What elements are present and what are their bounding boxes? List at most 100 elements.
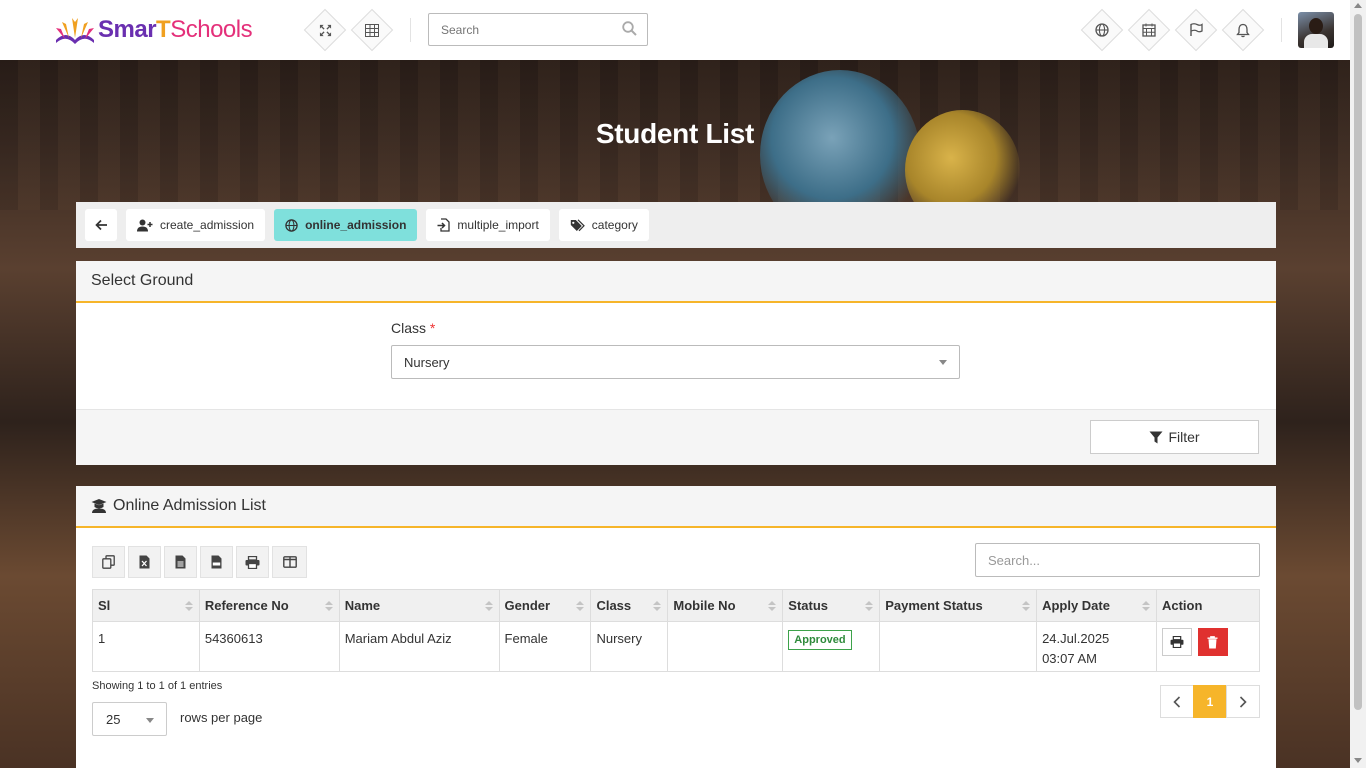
trash-icon <box>1207 635 1218 648</box>
page-scrollbar[interactable] <box>1350 0 1366 768</box>
required-mark: * <box>429 320 436 336</box>
table-header-row: Sl Reference No Name Gender Class Mobile… <box>92 589 1261 622</box>
tab-online-admission[interactable]: online_admission <box>274 209 418 241</box>
column-header-sl[interactable]: Sl <box>92 589 200 622</box>
logo[interactable]: SmarTSchools <box>52 12 253 48</box>
tab-label: create_admission <box>160 218 255 232</box>
bell-icon <box>1236 23 1250 37</box>
sort-icon <box>184 601 193 613</box>
column-header-mobile-no[interactable]: Mobile No <box>667 589 784 622</box>
calendar-button[interactable] <box>1127 8 1171 52</box>
language-button[interactable] <box>1080 8 1124 52</box>
tags-icon <box>570 218 585 231</box>
back-button[interactable] <box>85 209 117 241</box>
scroll-down-arrow-icon[interactable] <box>1354 758 1362 763</box>
logo-text: SmarTSchools <box>98 16 253 43</box>
tab-label: online_admission <box>305 218 407 232</box>
pdf-export-button[interactable] <box>200 546 233 578</box>
global-search-input[interactable] <box>429 14 609 45</box>
globe-icon <box>1095 23 1109 37</box>
rows-per-page-select[interactable]: 25 <box>92 702 167 736</box>
excel-export-button[interactable] <box>128 546 161 578</box>
printer-icon <box>1170 636 1184 648</box>
tab-multiple-import[interactable]: multiple_import <box>426 209 550 241</box>
fullscreen-button[interactable] <box>303 8 347 52</box>
chevron-right-icon <box>1239 695 1247 708</box>
sort-icon <box>484 601 493 613</box>
column-header-class[interactable]: Class <box>590 589 669 622</box>
tab-label: category <box>591 218 638 232</box>
copy-icon <box>102 555 115 569</box>
user-plus-icon <box>137 219 153 231</box>
table-row: 1 54360613 Mariam Abdul Aziz Female Nurs… <box>92 621 1261 672</box>
chevron-left-icon <box>1173 695 1181 708</box>
sort-icon <box>865 601 874 613</box>
entries-info: Showing 1 to 1 of 1 entries <box>92 680 223 692</box>
prev-page-button[interactable] <box>1160 685 1194 718</box>
filter-button[interactable]: Filter <box>1090 420 1259 454</box>
print-button[interactable] <box>236 546 269 578</box>
select-ground-panel: Select Ground Class * Nursery Filter <box>76 261 1276 465</box>
column-header-name[interactable]: Name <box>338 589 500 622</box>
column-header-payment-status[interactable]: Payment Status <box>879 589 1038 622</box>
table-search-placeholder: Search... <box>988 552 1041 568</box>
column-header-gender[interactable]: Gender <box>498 589 592 622</box>
page-button-current[interactable]: 1 <box>1193 685 1227 718</box>
delete-row-button[interactable] <box>1197 628 1228 656</box>
arrow-left-icon <box>94 219 107 231</box>
column-visibility-button[interactable] <box>272 546 307 578</box>
class-label: Class * <box>391 320 436 336</box>
expand-icon <box>319 24 331 36</box>
column-header-apply-date[interactable]: Apply Date <box>1036 589 1157 622</box>
cell-action <box>1155 621 1261 672</box>
notifications-button[interactable] <box>1221 8 1265 52</box>
tab-create-admission[interactable]: create_admission <box>126 209 266 241</box>
logo-book-icon <box>56 18 94 44</box>
panel-header: Online Admission List <box>76 486 1276 528</box>
global-search[interactable] <box>428 13 648 46</box>
scrollbar-thumb[interactable] <box>1354 14 1362 710</box>
class-select[interactable]: Nursery <box>391 345 960 379</box>
online-admission-list-panel: Online Admission List Search... Sl Refer… <box>76 486 1276 768</box>
chevron-down-icon <box>146 718 154 723</box>
flag-button[interactable] <box>1174 8 1218 52</box>
sort-icon <box>324 601 333 613</box>
top-navbar: SmarTSchools <box>0 0 1350 60</box>
print-row-button[interactable] <box>1161 628 1192 656</box>
column-header-reference-no[interactable]: Reference No <box>198 589 340 622</box>
cell-reference-no: 54360613 <box>198 621 340 672</box>
csv-export-button[interactable] <box>164 546 197 578</box>
divider <box>1281 18 1282 42</box>
tab-category[interactable]: category <box>558 209 649 241</box>
scroll-up-arrow-icon[interactable] <box>1354 3 1362 8</box>
columns-icon <box>282 556 297 568</box>
file-import-icon <box>437 218 451 232</box>
file-pdf-icon <box>211 555 222 569</box>
rows-per-page-value: 25 <box>106 711 121 727</box>
apps-grid-button[interactable] <box>350 8 394 52</box>
cell-sl: 1 <box>92 621 200 672</box>
cell-gender: Female <box>498 621 592 672</box>
cell-apply-date: 24.Jul.2025 03:07 AM <box>1036 621 1157 672</box>
admission-table: Sl Reference No Name Gender Class Mobile… <box>92 589 1261 672</box>
divider <box>410 18 411 42</box>
file-excel-icon <box>139 555 150 569</box>
admission-tabs: create_admission online_admission multip… <box>76 202 1276 248</box>
panel-title: Online Admission List <box>113 497 266 514</box>
search-icon[interactable] <box>622 21 637 36</box>
cell-status: Approved <box>782 621 881 672</box>
export-toolbar <box>92 546 307 578</box>
sort-icon <box>1022 601 1031 613</box>
sort-icon <box>1141 601 1150 613</box>
table-search-input[interactable]: Search... <box>975 543 1260 577</box>
copy-button[interactable] <box>92 546 125 578</box>
cell-mobile-no <box>667 621 784 672</box>
next-page-button[interactable] <box>1226 685 1260 718</box>
filter-icon <box>1149 431 1163 443</box>
cell-name: Mariam Abdul Aziz <box>338 621 500 672</box>
graduate-icon <box>91 499 107 513</box>
user-avatar[interactable] <box>1298 12 1334 48</box>
panel-footer: Filter <box>76 409 1276 465</box>
pagination: 1 <box>1160 685 1260 718</box>
column-header-status[interactable]: Status <box>782 589 881 622</box>
